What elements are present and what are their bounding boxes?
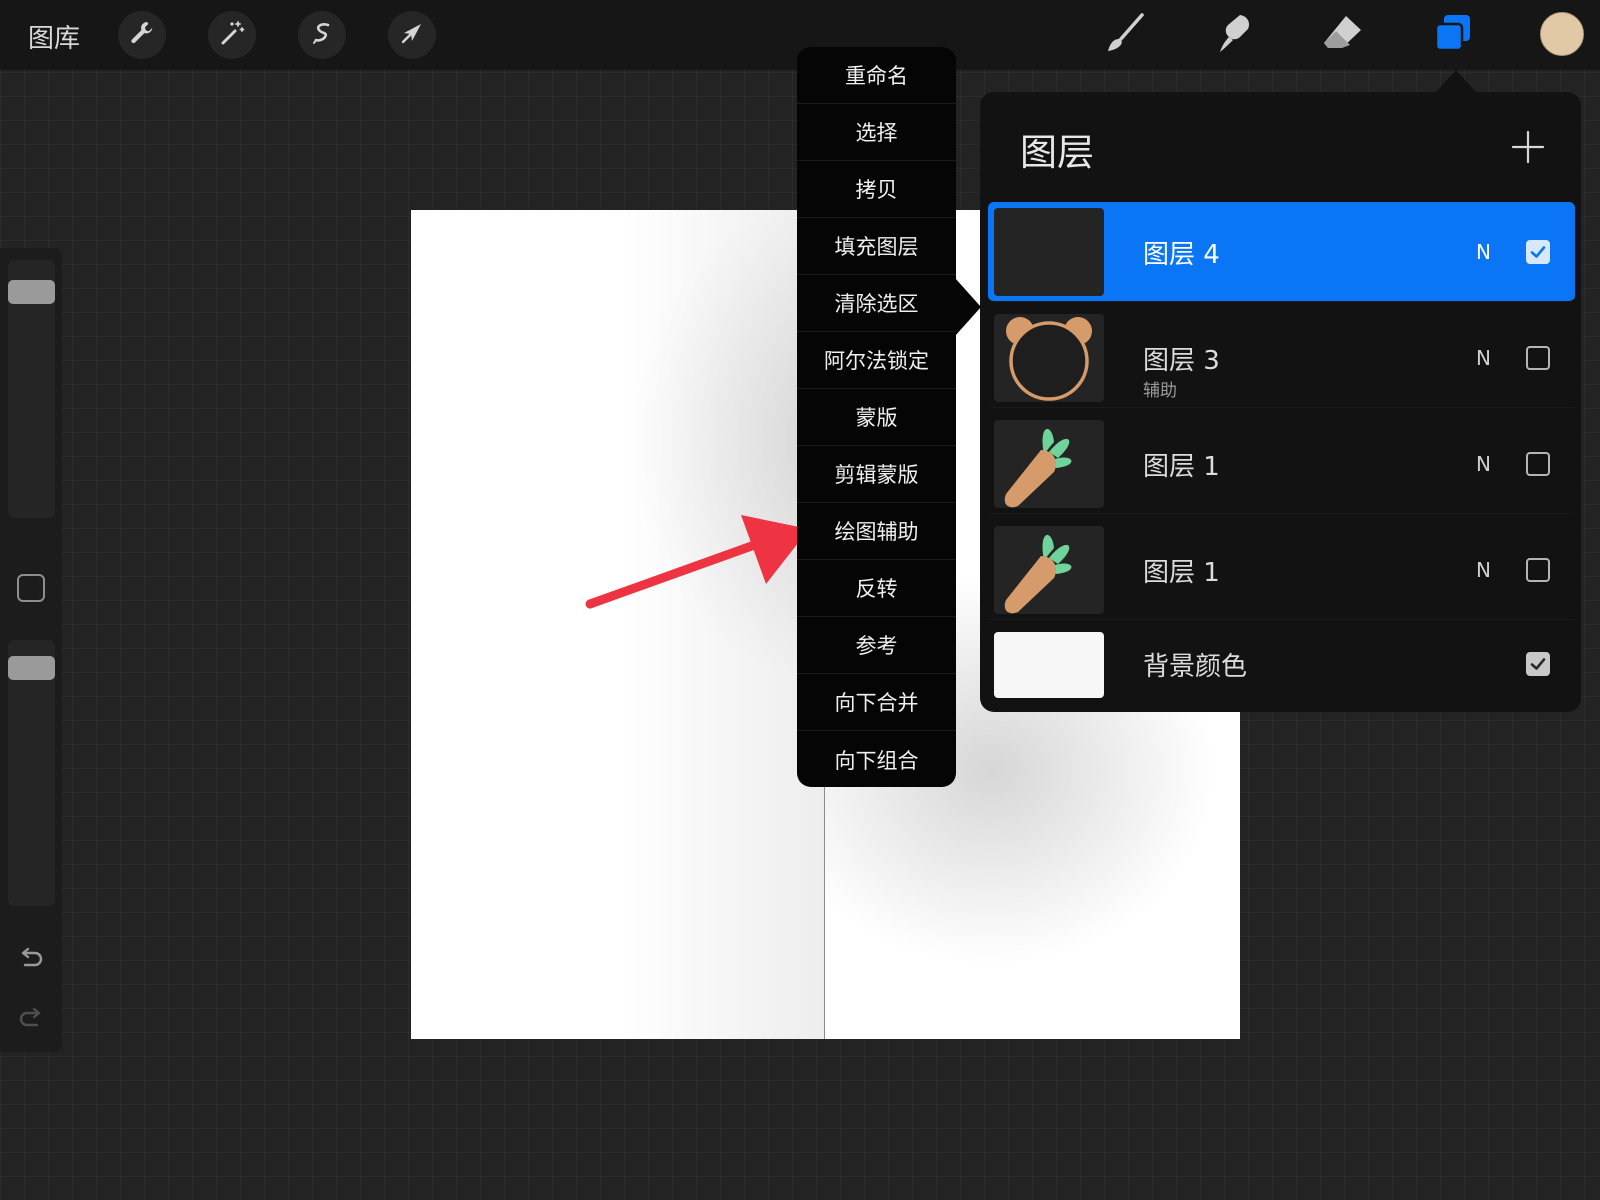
layers-icon (1430, 10, 1476, 60)
layer-name: 图层 4 (1143, 240, 1220, 270)
layer-name: 背景颜色 (1143, 652, 1248, 682)
layer-row-1-copy[interactable]: 图层 1 N (988, 520, 1575, 620)
layer-thumbnail (994, 632, 1104, 698)
layer-visibility-checkbox[interactable] (1526, 652, 1550, 676)
menu-item-reference[interactable]: 参考 (797, 617, 956, 674)
adjustments-button[interactable] (208, 11, 256, 59)
checkmark-icon (1530, 658, 1546, 670)
blend-mode-button[interactable]: N (1476, 346, 1491, 370)
panel-pointer (1436, 70, 1476, 92)
layer-options-menu: 重命名 选择 拷贝 填充图层 清除选区 阿尔法锁定 蒙版 剪辑蒙版 绘图辅助 反… (797, 47, 956, 787)
layer-thumbnail (994, 420, 1104, 508)
selection-icon (308, 19, 336, 51)
layer-visibility-checkbox[interactable] (1526, 452, 1550, 476)
menu-item-rename[interactable]: 重命名 (797, 47, 956, 104)
layers-panel: 图层 图层 4 N 图层 3 辅助 N 图层 1 N 图层 1 N 背景颜色 (980, 92, 1581, 712)
annotation-arrow (585, 515, 809, 609)
layer-name: 图层 3 (1143, 346, 1220, 376)
gallery-button[interactable]: 图库 (28, 18, 80, 55)
panel-title: 图层 (1020, 131, 1094, 174)
brush-opacity-handle[interactable] (8, 656, 55, 680)
transform-arrow-icon (398, 19, 426, 51)
layer-visibility-checkbox[interactable] (1526, 240, 1550, 264)
menu-item-select[interactable]: 选择 (797, 104, 956, 161)
selection-button[interactable] (298, 11, 346, 59)
layer-assist-label: 辅助 (1143, 381, 1177, 401)
layer-visibility-checkbox[interactable] (1526, 558, 1550, 582)
canvas-shadow (411, 210, 825, 1039)
left-sidebar (0, 248, 62, 1052)
menu-item-fill-layer[interactable]: 填充图层 (797, 218, 956, 275)
layer-row-3[interactable]: 图层 3 辅助 N (988, 308, 1575, 408)
undo-icon[interactable] (16, 944, 46, 974)
layer-row-1[interactable]: 图层 1 N (988, 414, 1575, 514)
carrot-icon (1004, 534, 1072, 614)
wrench-icon (128, 19, 156, 51)
menu-item-clear[interactable]: 清除选区 (797, 275, 956, 332)
eraser-icon (1320, 10, 1366, 60)
menu-item-invert[interactable]: 反转 (797, 560, 956, 617)
checkmark-icon (1530, 246, 1546, 258)
menu-item-clipping-mask[interactable]: 剪辑蒙版 (797, 446, 956, 503)
menu-item-combine-down[interactable]: 向下组合 (797, 731, 956, 787)
menu-item-alpha-lock[interactable]: 阿尔法锁定 (797, 332, 956, 389)
brush-size-handle[interactable] (8, 280, 55, 304)
menu-item-merge-down[interactable]: 向下合并 (797, 674, 956, 731)
layer-name: 图层 1 (1143, 558, 1220, 588)
layer-row-4[interactable]: 图层 4 N (988, 202, 1575, 302)
add-layer-icon[interactable] (1511, 130, 1545, 164)
blend-mode-button[interactable]: N (1476, 452, 1491, 476)
redo-icon[interactable] (16, 1004, 46, 1034)
layer-thumbnail (994, 208, 1104, 296)
eraser-button[interactable] (1318, 12, 1368, 58)
color-picker-button[interactable] (1540, 12, 1584, 56)
layer-thumbnail (994, 314, 1104, 402)
layer-name: 图层 1 (1143, 452, 1220, 482)
brush-icon (1102, 10, 1148, 60)
carrot-icon (1004, 428, 1072, 508)
background-color-row[interactable]: 背景颜色 (988, 622, 1575, 722)
magic-wand-icon (218, 19, 246, 51)
smudge-icon (1210, 10, 1256, 60)
smudge-button[interactable] (1208, 12, 1258, 58)
menu-pointer (955, 278, 981, 336)
layer-thumbnail (994, 526, 1104, 614)
brush-button[interactable] (1100, 12, 1150, 58)
bear-outline-icon (1006, 317, 1092, 401)
layer-visibility-checkbox[interactable] (1526, 346, 1550, 370)
menu-item-drawing-assist[interactable]: 绘图辅助 (797, 503, 956, 560)
modify-button[interactable] (17, 574, 45, 602)
layers-button[interactable] (1428, 12, 1478, 58)
actions-button[interactable] (118, 11, 166, 59)
blend-mode-button[interactable]: N (1476, 558, 1491, 582)
blend-mode-button[interactable]: N (1476, 240, 1491, 264)
menu-item-mask[interactable]: 蒙版 (797, 389, 956, 446)
menu-item-copy[interactable]: 拷贝 (797, 161, 956, 218)
transform-button[interactable] (388, 11, 436, 59)
